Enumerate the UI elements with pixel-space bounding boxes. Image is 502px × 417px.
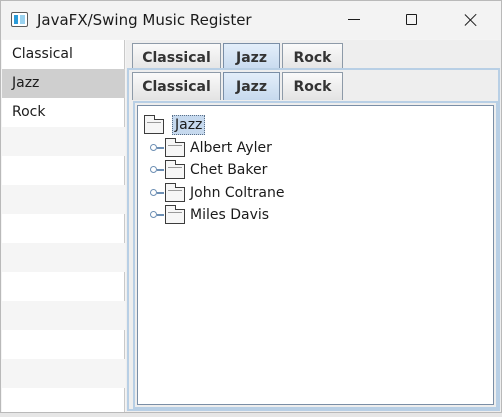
list-empty-row — [2, 185, 125, 214]
outer-tab-jazz[interactable]: Jazz — [223, 43, 280, 71]
list-empty-row — [2, 127, 125, 156]
expand-handle-icon[interactable] — [150, 210, 164, 220]
inner-tab-rock[interactable]: Rock — [282, 72, 343, 100]
inner-tab-jazz[interactable]: Jazz — [223, 72, 280, 100]
minimize-button[interactable] — [331, 1, 377, 39]
tree-root-node[interactable]: Jazz — [144, 115, 264, 135]
maximize-icon — [406, 14, 417, 25]
folder-icon — [165, 183, 185, 202]
title-bar[interactable]: JavaFX/Swing Music Register — [1, 1, 501, 39]
expand-handle-icon[interactable] — [150, 188, 164, 198]
outer-tab-rock[interactable]: Rock — [282, 43, 343, 71]
list-empty-row — [2, 359, 125, 388]
list-empty-row — [2, 214, 125, 243]
genre-list[interactable]: Classical Jazz Rock — [2, 40, 125, 412]
tree-node[interactable]: John Coltrane — [150, 183, 350, 203]
tree-root-label[interactable]: Jazz — [172, 115, 206, 135]
list-item-jazz[interactable]: Jazz — [2, 69, 125, 98]
tree-node-label[interactable]: John Coltrane — [190, 183, 284, 203]
folder-icon — [165, 160, 185, 179]
tree-node-label[interactable]: Miles Davis — [190, 205, 269, 225]
tree-node-label[interactable]: Albert Ayler — [190, 138, 272, 158]
expand-handle-icon[interactable] — [150, 165, 164, 175]
close-icon — [464, 13, 478, 27]
inner-tab-panel: Jazz Albert Ayler Chet Baker John Coltra… — [133, 101, 498, 409]
folder-icon — [165, 205, 185, 224]
tree-node[interactable]: Miles Davis — [150, 205, 350, 225]
minimize-icon — [348, 19, 360, 20]
list-item-classical[interactable]: Classical — [2, 40, 125, 69]
maximize-button[interactable] — [389, 1, 435, 39]
list-empty-row — [2, 330, 125, 359]
expand-handle-icon[interactable] — [150, 143, 164, 153]
app-window: JavaFX/Swing Music Register Classical Ja… — [0, 0, 502, 413]
list-empty-row — [2, 243, 125, 272]
outer-tab-classical[interactable]: Classical — [132, 43, 221, 71]
tree-node-label[interactable]: Chet Baker — [190, 160, 267, 180]
content-area: Classical Jazz Rock Classical Jazz Rock … — [126, 40, 501, 412]
close-button[interactable] — [449, 1, 495, 39]
list-empty-row — [2, 156, 125, 185]
folder-icon — [165, 138, 185, 157]
artist-tree[interactable]: Jazz Albert Ayler Chet Baker John Coltra… — [137, 105, 494, 405]
window-title: JavaFX/Swing Music Register — [37, 11, 252, 29]
outer-tab-panel: Classical Jazz Rock Jazz Albert Ayler Ch… — [127, 68, 500, 411]
tree-node[interactable]: Albert Ayler — [150, 138, 350, 158]
app-icon — [11, 12, 28, 27]
list-empty-row — [2, 272, 125, 301]
tree-node[interactable]: Chet Baker — [150, 160, 350, 180]
inner-tab-classical[interactable]: Classical — [132, 72, 221, 100]
list-empty-row — [2, 301, 125, 330]
folder-icon — [144, 115, 164, 134]
list-item-rock[interactable]: Rock — [2, 98, 125, 127]
